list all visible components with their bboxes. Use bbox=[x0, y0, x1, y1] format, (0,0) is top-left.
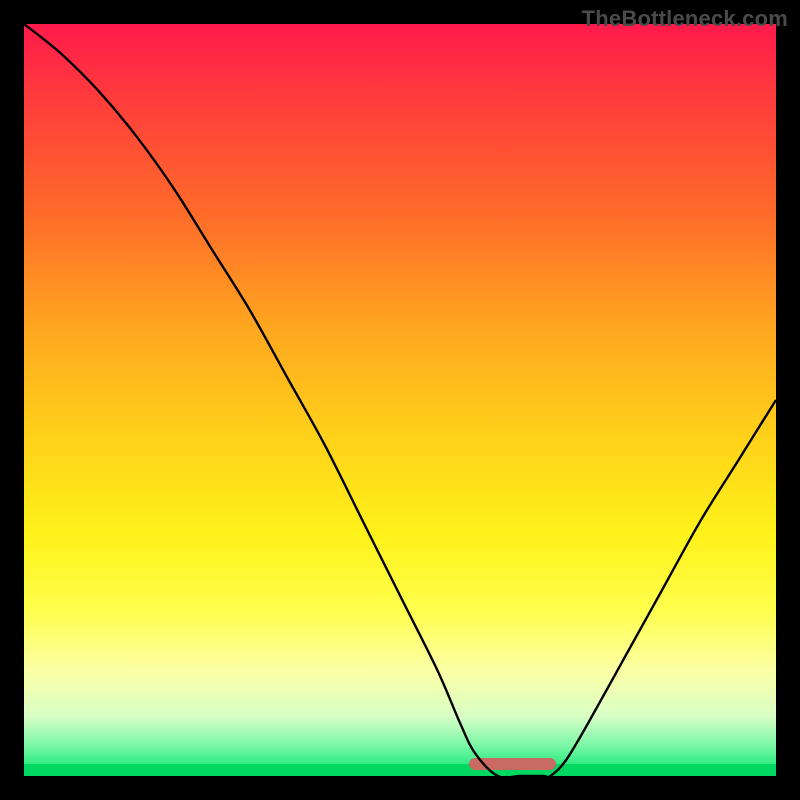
plot-area bbox=[24, 24, 776, 776]
watermark-text: TheBottleneck.com bbox=[582, 6, 788, 32]
curve-path bbox=[24, 24, 776, 776]
chart-frame: TheBottleneck.com bbox=[0, 0, 800, 800]
bottleneck-curve bbox=[24, 24, 776, 776]
